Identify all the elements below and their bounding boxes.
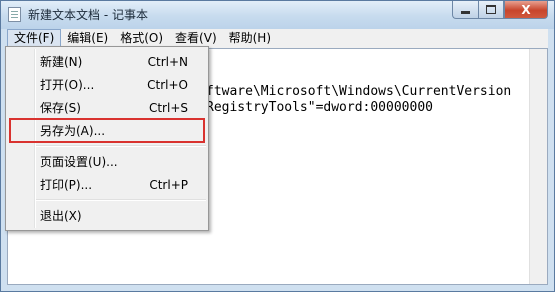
minimize-icon	[461, 11, 470, 14]
vertical-scrollbar[interactable]	[529, 49, 547, 284]
menu-separator	[36, 145, 206, 147]
file-menu-dropdown: 新建(N) Ctrl+N 打开(O)... Ctrl+O 保存(S) Ctrl+…	[5, 46, 209, 231]
minimize-button[interactable]	[452, 1, 478, 19]
editor-line-1: ftware\Microsoft\Windows\CurrentVersion	[206, 84, 512, 99]
menu-item-exit[interactable]: 退出(X)	[6, 204, 208, 227]
window-controls: X	[452, 1, 548, 19]
menu-item-label: 页面设置(U)...	[40, 155, 118, 169]
editor-line-2: RegistryTools"=dword:00000000	[206, 100, 433, 115]
menu-item-shortcut: Ctrl+S	[148, 100, 188, 115]
menu-item-save[interactable]: 保存(S) Ctrl+S	[6, 96, 208, 119]
menu-item-label: 打开(O)...	[40, 78, 95, 92]
menu-item-shortcut: Ctrl+N	[147, 54, 188, 69]
menu-item-save-as[interactable]: 另存为(A)...	[9, 118, 205, 143]
menu-item-shortcut: Ctrl+P	[149, 177, 188, 192]
menu-item-label: 保存(S)	[40, 101, 81, 115]
menu-item-open[interactable]: 打开(O)... Ctrl+O	[6, 73, 208, 96]
menu-item-new[interactable]: 新建(N) Ctrl+N	[6, 50, 208, 73]
menu-item-shortcut: Ctrl+O	[147, 77, 188, 92]
maximize-icon	[486, 5, 496, 14]
menu-item-label: 新建(N)	[40, 55, 83, 69]
menu-item-print[interactable]: 打印(P)... Ctrl+P	[6, 173, 208, 196]
close-button[interactable]: X	[504, 1, 548, 19]
menu-item-page-setup[interactable]: 页面设置(U)...	[6, 150, 208, 173]
menu-separator	[36, 199, 206, 201]
menu-help[interactable]: 帮助(H)	[223, 29, 277, 48]
notepad-icon	[8, 7, 21, 22]
close-icon: X	[521, 2, 531, 17]
menu-item-label: 另存为(A)...	[40, 124, 106, 138]
menu-item-label: 打印(P)...	[40, 178, 93, 192]
window-title: 新建文本文档 - 记事本	[28, 8, 148, 22]
menu-item-label: 退出(X)	[40, 209, 82, 223]
title-bar[interactable]: 新建文本文档 - 记事本 X	[1, 1, 554, 29]
maximize-button[interactable]	[478, 1, 504, 19]
